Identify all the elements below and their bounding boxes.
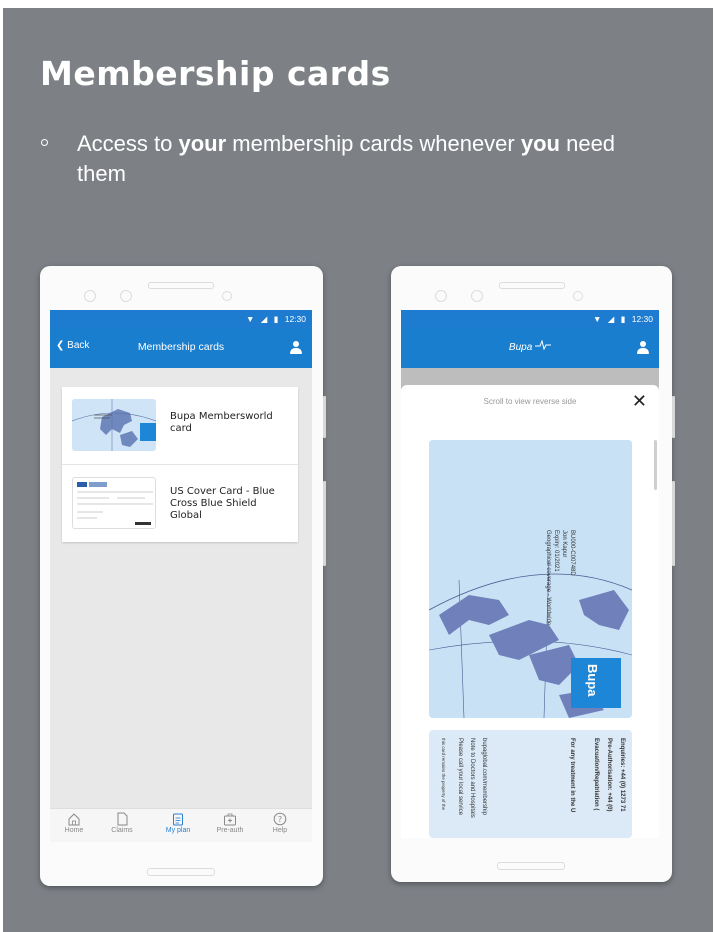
bullet-text-part: membership cards whenever (226, 131, 521, 156)
card-back-line: Please call your local service (457, 738, 463, 816)
clipboard-icon (173, 813, 183, 826)
card-back-line: Note to Doctors and Hospitals (469, 738, 475, 818)
battery-icon: ▮ (620, 314, 626, 324)
camera-icon (435, 290, 447, 302)
nav-label: Help (272, 827, 288, 834)
right-phone: ▼ ◢ ▮ 12:30 Bupa Scroll to view reverse … (391, 266, 675, 882)
status-bar: ▼ ◢ ▮ 12:30 (50, 310, 312, 328)
membersworld-card-thumbnail (72, 399, 156, 451)
home-icon (68, 813, 80, 826)
nav-label: My plan (165, 827, 191, 834)
nav-label: Home (64, 827, 84, 834)
left-phone: ▼ ◢ ▮ 12:30 ❮ Back Membership cards Bupa… (40, 266, 326, 886)
list-item[interactable]: Bupa Membersworld card (62, 387, 298, 465)
heartbeat-icon (535, 339, 552, 351)
bullet-text: Access to your membership cards whenever… (77, 129, 661, 189)
nav-label: Pre-auth (216, 827, 244, 834)
help-icon: ? (273, 812, 287, 826)
app-header: ❮ Back Membership cards (50, 328, 312, 368)
card-detail-line: BU000-C00748D (569, 530, 575, 576)
badge-text: Bupa (585, 664, 600, 697)
us-cover-card-thumbnail (72, 477, 156, 529)
logo-text: Bupa (508, 342, 533, 353)
volume-button (323, 396, 326, 438)
bullet-circle-icon (41, 139, 48, 146)
bottom-navigation: Home Claims My plan Pre-auth ? Help (50, 808, 312, 842)
card-member-details: BU000-C00748D Jon Kapur Expiry: 01/2021 … (544, 530, 576, 625)
status-time: 12:30 (631, 314, 653, 324)
card-detail-line: Geographical coverage - Worldwide (545, 530, 551, 626)
bullet-text-part: Access to (77, 131, 179, 156)
home-button (147, 868, 215, 876)
membership-card-back: Enquiries: +44 (0) 1273 71 Pre-Authorisa… (429, 730, 632, 838)
user-icon[interactable] (637, 341, 649, 354)
slide-background: Membership cards Access to your membersh… (3, 8, 713, 932)
medical-case-icon (224, 813, 236, 826)
card-label: US Cover Card - Blue Cross Blue Shield G… (170, 486, 275, 521)
svg-text:?: ? (278, 815, 282, 824)
nav-home[interactable]: Home (54, 812, 94, 834)
wifi-icon: ▼ (245, 314, 255, 324)
nav-my-plan[interactable]: My plan (158, 812, 198, 834)
status-bar: ▼ ◢ ▮ 12:30 (401, 310, 659, 328)
card-back-line: bupaglobal.com/membership (481, 738, 487, 816)
power-button (323, 481, 326, 566)
bullet-text-bold: your (178, 131, 227, 156)
sensor-icon (120, 290, 132, 302)
front-sensor-icon (573, 291, 583, 301)
card-viewer-modal: Scroll to view reverse side ✕ BU000-C007… (401, 385, 659, 838)
nav-help[interactable]: ? Help (260, 812, 300, 834)
bupa-card-badge: Bupa (571, 658, 621, 708)
left-phone-screen: ▼ ◢ ▮ 12:30 ❮ Back Membership cards Bupa… (50, 310, 312, 842)
nav-claims[interactable]: Claims (102, 812, 142, 834)
status-time: 12:30 (284, 314, 306, 324)
card-detail-line: Jon Kapur (561, 530, 567, 558)
card-detail-line: Expiry: 01/2021 (553, 530, 559, 572)
nav-label: Claims (111, 827, 133, 834)
scrollbar[interactable] (654, 440, 657, 490)
card-back-line: this card remains the property of the (441, 738, 446, 811)
speaker-grille (499, 282, 565, 289)
right-phone-screen: ▼ ◢ ▮ 12:30 Bupa Scroll to view reverse … (401, 310, 659, 838)
screen-title: Membership cards (137, 341, 225, 353)
nav-pre-auth[interactable]: Pre-auth (210, 812, 250, 834)
card-back-line: For any treatment in the U (569, 738, 575, 813)
close-button[interactable]: ✕ (632, 391, 647, 412)
power-button (672, 481, 675, 566)
card-back-line: Evacuation/Repatriation ( (593, 738, 599, 811)
volume-button (672, 396, 675, 438)
bullet-text-bold: you (520, 131, 560, 156)
sensor-icon (471, 290, 483, 302)
speaker-grille (148, 282, 214, 289)
card-back-line: Enquiries: +44 (0) 1273 71 (619, 738, 625, 812)
membership-card-front: BU000-C00748D Jon Kapur Expiry: 01/2021 … (429, 440, 632, 718)
signal-icon: ◢ (260, 314, 268, 324)
home-button (497, 862, 565, 870)
membership-card-list: Bupa Membersworld card US Cover Card - B… (62, 387, 298, 542)
bullet-point: Access to your membership cards whenever… (41, 129, 661, 189)
bupa-logo: Bupa (401, 339, 659, 353)
user-icon[interactable] (290, 341, 302, 354)
card-label: Bupa Membersworld card (170, 411, 273, 434)
card-back-line: Pre-Authorisation: +44 (0) (606, 738, 612, 812)
scroll-hint: Scroll to view reverse side (483, 397, 577, 406)
document-icon (117, 812, 128, 826)
signal-icon: ◢ (607, 314, 615, 324)
wifi-icon: ▼ (592, 314, 602, 324)
slide-title: Membership cards (40, 54, 391, 93)
battery-icon: ▮ (273, 314, 279, 324)
app-header: Bupa (401, 328, 659, 368)
camera-icon (84, 290, 96, 302)
list-item[interactable]: US Cover Card - Blue Cross Blue Shield G… (62, 465, 298, 543)
front-sensor-icon (222, 291, 232, 301)
